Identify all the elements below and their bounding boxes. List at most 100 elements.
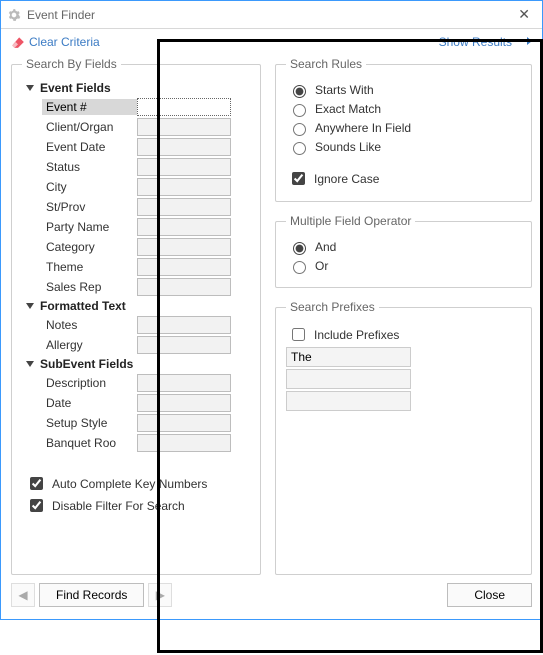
search-rule-label: Exact Match — [315, 102, 381, 116]
toolbar: Clear Criteria Show Results — [1, 29, 542, 57]
tree-row[interactable]: Party Name — [42, 217, 250, 237]
caret-down-icon — [26, 85, 34, 91]
search-rule-option[interactable]: Anywhere In Field — [288, 120, 521, 136]
include-prefixes-checkbox[interactable]: Include Prefixes — [288, 325, 521, 344]
search-rule-option[interactable]: Sounds Like — [288, 139, 521, 155]
prefix-input[interactable] — [286, 369, 411, 389]
field-input[interactable] — [137, 278, 231, 296]
field-input[interactable] — [137, 258, 231, 276]
field-label: Description — [42, 375, 137, 391]
tree-row[interactable]: Status — [42, 157, 250, 177]
field-input[interactable] — [137, 238, 231, 256]
tree-row[interactable]: Description — [42, 373, 250, 393]
field-label: Category — [42, 239, 137, 255]
tree-group[interactable]: SubEvent Fields — [26, 357, 250, 371]
close-icon[interactable]: ✕ — [512, 6, 536, 23]
next-button[interactable]: ▶ — [148, 583, 172, 607]
mfo-radio[interactable] — [293, 242, 306, 255]
tree-row[interactable]: Banquet Roo — [42, 433, 250, 453]
tree-row[interactable]: Sales Rep — [42, 277, 250, 297]
tree-row[interactable]: Allergy — [42, 335, 250, 355]
field-label: City — [42, 179, 137, 195]
tree-row[interactable]: Notes — [42, 315, 250, 335]
search-rule-label: Sounds Like — [315, 140, 381, 154]
field-input[interactable] — [137, 198, 231, 216]
field-input[interactable] — [137, 98, 231, 116]
field-input[interactable] — [137, 374, 231, 392]
field-input[interactable] — [137, 118, 231, 136]
eraser-icon — [11, 36, 25, 48]
search-rules-legend: Search Rules — [286, 57, 366, 71]
field-label: Client/Organ — [42, 119, 137, 135]
caret-down-icon — [26, 303, 34, 309]
disable-filter-label: Disable Filter For Search — [52, 499, 185, 513]
find-records-button[interactable]: Find Records — [39, 583, 144, 607]
tree-group[interactable]: Event Fields — [26, 81, 250, 95]
search-rule-option[interactable]: Exact Match — [288, 101, 521, 117]
titlebar: Event Finder ✕ — [1, 1, 542, 29]
prev-button[interactable]: ◀ — [11, 583, 35, 607]
caret-down-icon — [26, 361, 34, 367]
mfo-radio[interactable] — [293, 261, 306, 274]
tree-group[interactable]: Formatted Text — [26, 299, 250, 313]
search-rule-radio[interactable] — [293, 85, 306, 98]
auto-complete-input[interactable] — [30, 477, 43, 490]
prefix-input[interactable] — [286, 391, 411, 411]
field-label: Sales Rep — [42, 279, 137, 295]
close-button[interactable]: Close — [447, 583, 532, 607]
field-input[interactable] — [137, 218, 231, 236]
ignore-case-label: Ignore Case — [314, 172, 379, 186]
field-input[interactable] — [137, 434, 231, 452]
include-prefixes-input[interactable] — [292, 328, 305, 341]
tree-row[interactable]: Client/Organ — [42, 117, 250, 137]
clear-criteria-link[interactable]: Clear Criteria — [11, 35, 100, 49]
search-rule-radio[interactable] — [293, 104, 306, 117]
field-input[interactable] — [137, 178, 231, 196]
show-results-label: Show Results — [439, 35, 512, 49]
ignore-case-checkbox[interactable]: Ignore Case — [288, 169, 521, 188]
disable-filter-input[interactable] — [30, 499, 43, 512]
field-label: Theme — [42, 259, 137, 275]
search-rule-label: Starts With — [315, 83, 374, 97]
tree-row[interactable]: City — [42, 177, 250, 197]
fields-tree: Event Fields Event # Client/Organ Event Dat… — [22, 79, 250, 453]
mfo-label: Or — [315, 259, 328, 273]
tree-row[interactable]: Date — [42, 393, 250, 413]
gear-icon — [7, 8, 21, 22]
search-rule-radio[interactable] — [293, 123, 306, 136]
field-input[interactable] — [137, 394, 231, 412]
auto-complete-label: Auto Complete Key Numbers — [52, 477, 207, 491]
field-label: Allergy — [42, 337, 137, 353]
tree-row[interactable]: Setup Style — [42, 413, 250, 433]
field-input[interactable] — [137, 316, 231, 334]
field-input[interactable] — [137, 158, 231, 176]
mfo-option[interactable]: Or — [288, 258, 521, 274]
search-prefixes-group: Search Prefixes Include Prefixes — [275, 300, 532, 575]
search-rule-radio[interactable] — [293, 142, 306, 155]
show-results-link[interactable]: Show Results — [439, 35, 532, 49]
ignore-case-input[interactable] — [292, 172, 305, 185]
tree-row[interactable]: Event Date — [42, 137, 250, 157]
field-label: Event Date — [42, 139, 137, 155]
mfo-option[interactable]: And — [288, 239, 521, 255]
field-label: Status — [42, 159, 137, 175]
mfo-legend: Multiple Field Operator — [286, 214, 415, 228]
tree-group-label: Formatted Text — [40, 299, 126, 313]
auto-complete-checkbox[interactable]: Auto Complete Key Numbers — [26, 474, 250, 493]
prefix-input[interactable] — [286, 347, 411, 367]
multiple-field-operator-group: Multiple Field Operator And Or — [275, 214, 532, 288]
tree-row[interactable]: Event # — [42, 97, 250, 117]
tree-row[interactable]: Theme — [42, 257, 250, 277]
mfo-label: And — [315, 240, 336, 254]
field-input[interactable] — [137, 414, 231, 432]
tree-row[interactable]: St/Prov — [42, 197, 250, 217]
search-rule-option[interactable]: Starts With — [288, 82, 521, 98]
field-label: Banquet Roo — [42, 435, 137, 451]
field-input[interactable] — [137, 138, 231, 156]
search-by-fields-group: Search By Fields Event FieldsEvent #Clie… — [11, 57, 261, 575]
tree-row[interactable]: Category — [42, 237, 250, 257]
field-input[interactable] — [137, 336, 231, 354]
field-label: Party Name — [42, 219, 137, 235]
disable-filter-checkbox[interactable]: Disable Filter For Search — [26, 496, 250, 515]
tree-group-label: SubEvent Fields — [40, 357, 133, 371]
